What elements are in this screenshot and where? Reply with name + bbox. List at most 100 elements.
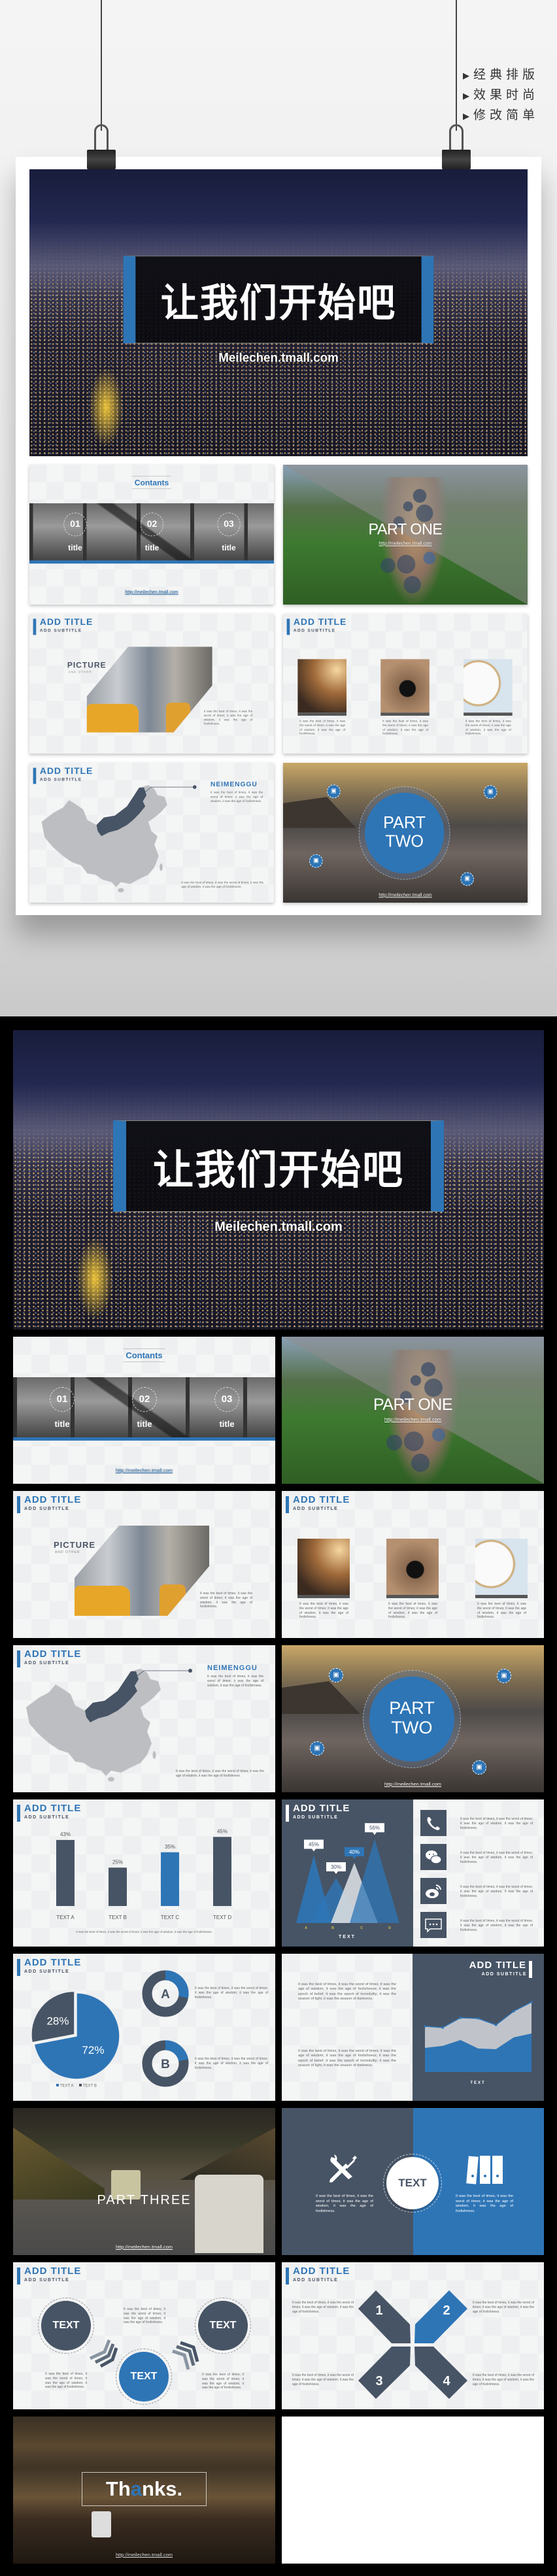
arm-number: 3 bbox=[375, 2374, 383, 2388]
callout-dot bbox=[188, 1669, 192, 1673]
poster-hero-slide: 让我们开始吧 Meilechen.tmall.com bbox=[29, 169, 528, 456]
picture-slide: ADD TITLE ADD SUBTITLE PICTURE AND OTHER … bbox=[13, 1491, 275, 1638]
wechat-icon[interactable] bbox=[420, 1844, 447, 1870]
step-circle-highlight[interactable]: TEXT bbox=[119, 2352, 169, 2401]
part-two-line2: TWO bbox=[385, 831, 424, 851]
slide-title: ADD TITLE bbox=[24, 2266, 82, 2277]
website-link[interactable]: http://meilechen.tmall.com bbox=[282, 1781, 544, 1787]
bubble bbox=[424, 1379, 443, 1397]
data-point bbox=[513, 2010, 515, 2013]
callout-pointer bbox=[334, 1871, 338, 1874]
part-two-line1: PART bbox=[389, 1698, 435, 1718]
callout-pointer bbox=[312, 1848, 316, 1852]
phone-icon[interactable] bbox=[420, 1810, 447, 1836]
bar-chart: 43% TEXT A 25% TEXT B 35% TEXT C 45% TEXT D bbox=[56, 1828, 231, 1920]
slide-subtitle: ADD SUBTITLE bbox=[24, 2278, 70, 2283]
clock-photo bbox=[464, 659, 513, 716]
slide-grid: Contants 01 02 03 title title title http… bbox=[13, 1337, 544, 2564]
bubble bbox=[432, 1428, 445, 1441]
body-text: It was the best of times, it was the wor… bbox=[124, 2307, 165, 2325]
chart-footnote: It was the best of times, it was the wor… bbox=[76, 1930, 212, 1933]
weibo-icon[interactable] bbox=[420, 1878, 447, 1904]
center-text-circle[interactable]: TEXT bbox=[386, 2157, 439, 2209]
bar bbox=[109, 1867, 127, 1906]
website-link[interactable]: http://meilechen.tmall.com bbox=[29, 589, 274, 595]
feature-text: 经典排版 bbox=[473, 67, 539, 82]
thanks-accent-letter: a bbox=[130, 2477, 143, 2500]
presentation-icon[interactable]: ▣ bbox=[327, 784, 341, 799]
website-link[interactable]: http://meilechen.tmall.com bbox=[282, 1416, 544, 1422]
blank-slide bbox=[282, 2417, 544, 2564]
data-point bbox=[530, 2001, 533, 2003]
blue-divider bbox=[29, 560, 274, 564]
presentation-icon[interactable]: ▣ bbox=[329, 1668, 343, 1682]
bubble bbox=[411, 1375, 421, 1386]
poster-part-one-slide: PART ONE http://meilechen.tmall.com bbox=[283, 465, 528, 605]
taxi-left bbox=[75, 1586, 130, 1616]
website-link[interactable]: http://meilechen.tmall.com bbox=[13, 2552, 275, 2558]
arm-4[interactable] bbox=[414, 2347, 467, 2399]
bar bbox=[56, 1839, 75, 1906]
camera-photo bbox=[386, 1539, 439, 1598]
cover-title-box: 让我们开始吧 bbox=[123, 256, 434, 344]
website-link[interactable]: http://meilechen.tmall.com bbox=[283, 541, 528, 546]
bar bbox=[213, 1837, 231, 1906]
picture-heading: PICTURE bbox=[67, 660, 107, 670]
poster-slide-slot: PART TWO ▣ ▣ ▣ ▣ http://meilechen.tmall.… bbox=[283, 763, 528, 903]
presentation-icon[interactable]: ▣ bbox=[472, 1760, 486, 1775]
bubble bbox=[421, 1362, 435, 1377]
website-link[interactable]: http://meilechen.tmall.com bbox=[13, 1467, 275, 1473]
callout-pointer bbox=[373, 1832, 377, 1835]
header-bar bbox=[33, 618, 37, 635]
pie-chart-slide: ADD TITLE ADD SUBTITLE 72% 28% TEXT A TEXT B… bbox=[13, 1954, 275, 2101]
blue-divider bbox=[13, 1437, 275, 1441]
x-axis-label: TEXT bbox=[470, 2081, 485, 2085]
arm-3[interactable] bbox=[358, 2347, 411, 2399]
body-text: It was the best of times, it was the wor… bbox=[460, 1817, 533, 1830]
peak-chart: 45% A 30% B 40% C 56% D TEXT bbox=[296, 1823, 399, 1939]
binder-clip-right bbox=[442, 150, 471, 169]
step-circle[interactable]: TEXT bbox=[41, 2301, 91, 2350]
poster-slide-slot: ADD TITLE ADD SUBTITLE NEIMENGGU It was t… bbox=[29, 763, 274, 903]
binder-clip-handle-right bbox=[449, 124, 464, 152]
peak-value-label: 40% bbox=[349, 1849, 360, 1855]
contents-title-wrap: Contants bbox=[13, 1348, 275, 1362]
contents-item-number: 01 bbox=[63, 512, 87, 537]
category-label: TEXT B bbox=[109, 1915, 127, 1920]
cover-title: 让我们开始吧 bbox=[160, 280, 397, 326]
website-link[interactable]: http://meilechen.tmall.com bbox=[13, 2244, 275, 2250]
part-one-slide: PART ONE http://meilechen.tmall.com bbox=[282, 1337, 544, 1484]
bubble bbox=[386, 1435, 402, 1450]
legend-swatch bbox=[79, 2084, 82, 2086]
presentation-icon[interactable]: ▣ bbox=[309, 854, 323, 868]
slide-title: ADD TITLE bbox=[24, 1494, 82, 1505]
step-circle[interactable]: TEXT bbox=[198, 2301, 248, 2350]
bubble bbox=[411, 1454, 430, 1472]
slide-title: ADD TITLE bbox=[293, 1494, 350, 1505]
body-text: It was the best of times, it was the wor… bbox=[460, 1885, 533, 1898]
website-link[interactable]: http://meilechen.tmall.com bbox=[283, 892, 528, 898]
presentation-icon[interactable]: ▣ bbox=[483, 785, 498, 799]
header-bar bbox=[286, 1496, 289, 1513]
taxi-street-photo bbox=[75, 1526, 209, 1616]
four-points-slide: ADD TITLE ADD SUBTITLE 1 2 3 4 It was the… bbox=[282, 2262, 544, 2409]
slide-title: ADD TITLE bbox=[293, 616, 347, 627]
feature-text: 修改简单 bbox=[473, 108, 539, 122]
bubble bbox=[380, 558, 396, 573]
part-two-line1: PART bbox=[383, 813, 426, 832]
bar-value-label: 25% bbox=[112, 1859, 123, 1865]
chat-bubble-icon[interactable] bbox=[420, 1912, 447, 1938]
street-buildings-left bbox=[13, 2128, 105, 2200]
bar-value-label: 43% bbox=[60, 1832, 71, 1837]
poster-three-photos-slide: ADD TITLE ADD SUBTITLE It was the best of… bbox=[283, 614, 528, 754]
presentation-icon[interactable]: ▣ bbox=[497, 1669, 511, 1683]
callout-dot bbox=[192, 785, 197, 789]
binder-clip-left bbox=[87, 150, 116, 169]
contents-item-label: title bbox=[222, 543, 236, 553]
presentation-icon[interactable]: ▣ bbox=[460, 872, 474, 886]
pie-chart: 72% 28% TEXT A TEXT B A B bbox=[31, 1970, 189, 2088]
bar-value-label: 35% bbox=[165, 1844, 175, 1850]
contents-slide: Contants 01 02 03 title title title http… bbox=[13, 1337, 275, 1484]
presentation-icon[interactable]: ▣ bbox=[310, 1741, 324, 1756]
body-text: It was the best of times, it was the wor… bbox=[292, 2301, 354, 2314]
